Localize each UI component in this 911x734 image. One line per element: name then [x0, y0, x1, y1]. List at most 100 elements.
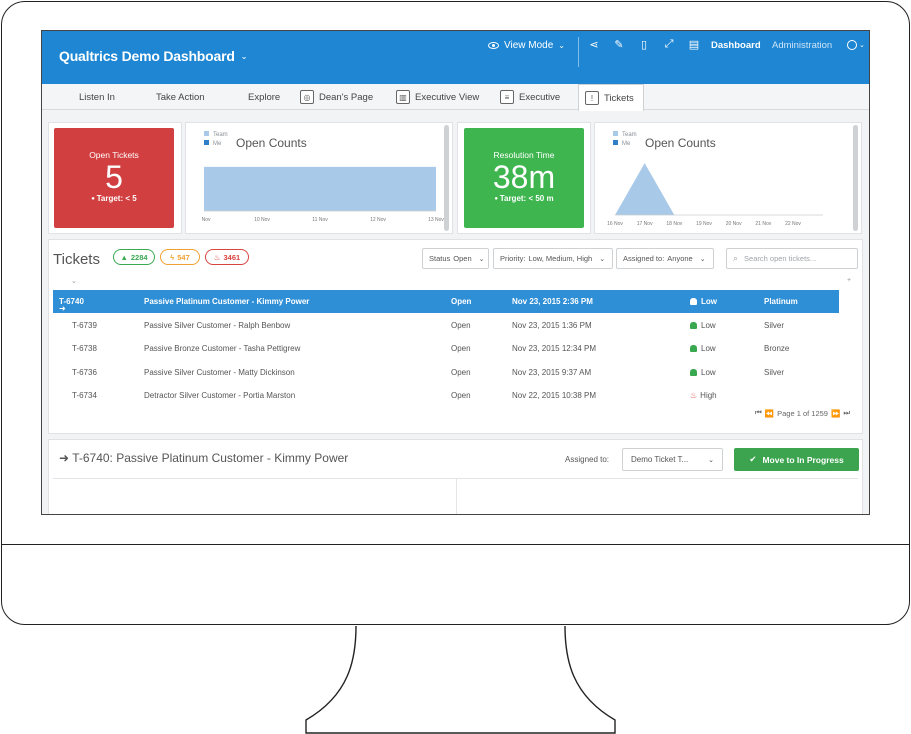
ticket-priority: Low — [690, 344, 716, 353]
next-page-icon[interactable]: ⏩ — [831, 409, 840, 418]
ticket-tier: Platinum — [764, 297, 798, 306]
kpi-value: 5 — [105, 159, 123, 195]
ticket-status: Open — [451, 391, 471, 400]
tab-tickets[interactable]: ! Tickets — [578, 84, 644, 111]
button-label: Move to In Progress — [762, 454, 844, 465]
chart-title: Open Counts — [645, 136, 716, 150]
last-page-icon[interactable]: ⏭ — [843, 408, 850, 418]
chart-legend: Team Me — [613, 131, 637, 149]
tab-executive[interactable]: ≡ Executive — [500, 84, 560, 110]
assignee-select[interactable]: Demo Ticket T... ⌄ — [622, 448, 723, 471]
comment-icon[interactable]: ▤ — [687, 37, 701, 51]
exit-icon: ➜ — [59, 451, 70, 465]
badge-count: 547 — [177, 252, 190, 262]
flame-icon: ♨ — [690, 391, 698, 400]
ticket-tier: Silver — [764, 320, 785, 330]
user-icon — [847, 40, 857, 50]
filter-value: Open — [453, 254, 472, 263]
page-indicator: Page 1 of 1259 — [777, 408, 828, 418]
x-tick-label: 11 Nov — [312, 217, 328, 223]
view-mode-dropdown[interactable]: View Mode ⌄ — [488, 40, 565, 51]
ticket-name: Passive Bronze Customer - Tasha Pettigre… — [144, 344, 301, 353]
page-tabs: Listen In Take Action Explore ◎ Dean's Pa… — [42, 84, 869, 111]
priority-label: Low — [701, 320, 716, 330]
priority-label: High — [700, 391, 717, 400]
legend-swatch — [613, 140, 618, 145]
ticket-name: Detractor Silver Customer - Portia Marst… — [144, 391, 296, 400]
ticket-id: T-6736 — [72, 367, 97, 377]
table-row[interactable]: ➜ T-6740 Passive Platinum Customer - Kimm… — [53, 290, 839, 313]
brush-icon[interactable]: ✎ — [612, 37, 626, 51]
ticket-priority: ♨ High — [690, 391, 717, 400]
ticket-detail-panel: ➜ T-6740: Passive Platinum Customer - Ki… — [48, 439, 863, 514]
ticket-priority: Low — [690, 297, 717, 306]
app-title[interactable]: Qualtrics Demo Dashboard ⌄ — [59, 48, 247, 64]
kpi-target: Target: < 50 m — [464, 194, 584, 203]
badge-medium[interactable]: ϟ 547 — [160, 249, 200, 265]
user-menu[interactable]: ⌄ — [847, 40, 865, 50]
x-tick-label: 16 Nov — [607, 221, 623, 227]
x-tick-label: 22 Nov — [785, 221, 801, 227]
fingerprint-icon: ◎ — [300, 90, 314, 104]
x-tick-label: 19 Nov — [696, 221, 712, 227]
priority-filter[interactable]: Priority: Low, Medium, High ⌄ — [493, 248, 613, 269]
table-row[interactable]: T-6739 Passive Silver Customer - Ralph Be… — [53, 314, 839, 337]
status-filter[interactable]: Status Open ⌄ — [422, 248, 489, 269]
add-column-icon[interactable]: + — [847, 277, 851, 284]
share-icon[interactable]: ⋖ — [587, 37, 601, 51]
list-icon: ≡ — [500, 90, 514, 104]
search-input[interactable] — [744, 254, 855, 263]
tab-executive-view[interactable]: ▥ Executive View — [396, 84, 479, 110]
bell-icon — [690, 298, 697, 305]
screen: Qualtrics Demo Dashboard ⌄ View Mode ⌄ ⋖ … — [41, 30, 870, 515]
badge-low[interactable]: ▲ 2284 — [113, 249, 155, 265]
tab-deans-page[interactable]: ◎ Dean's Page — [300, 84, 373, 110]
tab-label: Dean's Page — [319, 91, 374, 103]
collapse-caret-icon[interactable]: ⌄ — [71, 277, 77, 285]
page-icon[interactable]: ▯ — [637, 37, 651, 51]
table-row[interactable]: T-6738 Passive Bronze Customer - Tasha Pe… — [53, 337, 839, 360]
table-row[interactable]: T-6736 Passive Silver Customer - Matty Di… — [53, 361, 839, 384]
move-to-in-progress-button[interactable]: ✔ Move to In Progress — [734, 448, 859, 471]
open-counts-chart-1: 9 Nov 10 Nov 11 Nov 12 Nov 13 Nov — [200, 166, 444, 223]
search-icon: ⌕ — [733, 253, 739, 263]
badge-high[interactable]: ♨ 3461 — [205, 249, 249, 265]
first-page-icon[interactable]: ⏮ — [755, 408, 762, 418]
scrollbar[interactable] — [853, 125, 858, 231]
nav-administration[interactable]: Administration — [772, 40, 832, 51]
view-mode-label: View Mode — [504, 40, 554, 51]
table-row[interactable]: T-6734 Detractor Silver Customer - Portia… — [53, 384, 839, 407]
exit-icon: ➜ — [59, 304, 66, 313]
assigned-filter[interactable]: Assigned to: Anyone ⌄ — [616, 248, 714, 269]
detail-title: ➜ T-6740: Passive Platinum Customer - Ki… — [59, 451, 348, 465]
legend-me: Me — [613, 140, 637, 149]
nav-dashboard[interactable]: Dashboard — [711, 40, 761, 51]
open-counts-chart-card-2: Team Me Open Counts 16 Nov 17 Nov 18 Nov 19… — [594, 122, 862, 234]
ticket-date: Nov 23, 2015 1:36 PM — [512, 320, 592, 330]
ticket-id-cell: T-6738 — [72, 344, 97, 353]
x-tick-label: 18 Nov — [666, 221, 682, 227]
legend-swatch — [204, 140, 209, 145]
ticket-search[interactable]: ⌕ — [726, 248, 858, 269]
prev-page-icon[interactable]: ⏪ — [765, 409, 774, 418]
top-bar: Qualtrics Demo Dashboard ⌄ View Mode ⌄ ⋖ … — [42, 31, 869, 84]
resolution-time-kpi: Resolution Time 38m Target: < 50 m — [464, 128, 584, 228]
tab-listen-in[interactable]: Listen In — [79, 84, 115, 110]
bar-chart-icon: ▥ — [396, 90, 410, 104]
tab-take-action[interactable]: Take Action — [156, 84, 205, 110]
filter-value: Anyone — [667, 254, 693, 263]
tab-explore[interactable]: Explore — [248, 84, 280, 110]
legend-label: Me — [622, 141, 631, 147]
detail-title-text: T-6740: Passive Platinum Customer - Kimm… — [72, 451, 349, 465]
filter-value: Low, Medium, High — [528, 254, 593, 263]
x-tick-label: 9 Nov — [200, 217, 211, 223]
ticket-status: Open — [451, 320, 471, 330]
chevron-down-icon: ⌄ — [558, 41, 565, 50]
x-tick-label: 21 Nov — [755, 221, 771, 227]
expand-icon[interactable]: ⤢ — [662, 37, 676, 51]
bell-icon: ▲ — [120, 252, 128, 262]
bolt-icon: ϟ — [170, 252, 175, 262]
chevron-down-icon: ⌄ — [859, 42, 865, 49]
open-tickets-card: Open Tickets 5 Target: < 5 — [48, 122, 182, 234]
scrollbar[interactable] — [444, 125, 449, 231]
